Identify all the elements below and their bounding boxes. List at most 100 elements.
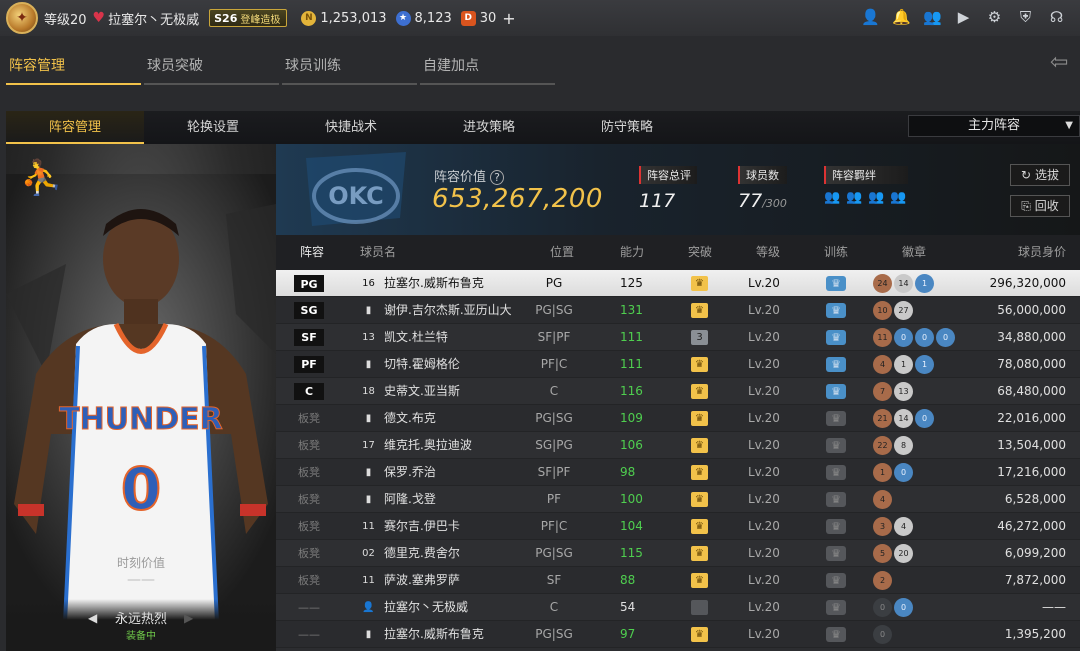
select-button[interactable]: ↻ 选拔 (1010, 164, 1070, 186)
subtab-defense-strategy[interactable]: 防守策略 (558, 111, 696, 144)
training-crown-icon[interactable]: ♛ (826, 276, 846, 291)
badge-group[interactable]: 10 (873, 463, 913, 482)
training-crown-icon[interactable]: ♛ (826, 330, 846, 345)
badge-group[interactable]: 00 (873, 598, 913, 617)
top-status-bar: ✦ 等级20 ♥ 拉塞尔丶无极威 S26 登峰造极 N 1,253,013 ★ … (0, 0, 1080, 36)
subtab-lineup[interactable]: 阵容管理 (6, 111, 144, 144)
player-value: 17,216,000 (997, 465, 1066, 479)
player-level: Lv.20 (748, 330, 780, 344)
table-row[interactable]: 板凳 ▮ 阿隆.戈登 PF 100 ♛ Lv.20 ♛ 4 6,528,000 (276, 486, 1080, 513)
notification-bell-icon[interactable]: 🔔 (892, 8, 911, 27)
video-icon[interactable]: ▶ (954, 8, 973, 27)
lineup-overall-stat: 阵容总评 117 (639, 166, 697, 212)
card-name: 永远热烈 (114, 612, 167, 627)
training-crown-icon[interactable]: ♛ (826, 465, 846, 480)
user-avatar[interactable]: ✦ (6, 2, 38, 34)
shield-icon[interactable]: ⛨ (1016, 8, 1035, 27)
profile-icon[interactable]: 👤 (861, 8, 880, 27)
training-crown-icon[interactable]: ♛ (826, 519, 846, 534)
table-row[interactable]: —— 👤 拉塞尔丶无极威 C 54 Lv.20 ♛ 00 —— (276, 594, 1080, 621)
player-count-value: 77/300 (738, 190, 787, 212)
badge-group[interactable]: 34 (873, 517, 913, 536)
training-crown-icon[interactable]: ♛ (826, 600, 846, 615)
season-badge[interactable]: S26 登峰造极 (209, 9, 288, 27)
table-row[interactable]: 板凳 17 维克托.奥拉迪波 SG|PG 106 ♛ Lv.20 ♛ 22 8 1… (276, 432, 1080, 459)
badge-count: 4 (873, 355, 892, 374)
badge-group[interactable]: 4 (873, 490, 892, 509)
table-row[interactable]: 板凳 ▮ 德文.布克 PG|SG 109 ♛ Lv.20 ♛ 21 14 0 22,… (276, 405, 1080, 432)
table-row[interactable]: 板凳 11 赛尔吉.伊巴卡 PF|C 104 ♛ Lv.20 ♛ 34 46,2… (276, 513, 1080, 540)
col-level[interactable]: 等级 (756, 235, 780, 270)
badge-group[interactable]: 5 20 (873, 544, 913, 563)
chemistry-icons[interactable]: 👥 👥 👥 👥 (824, 190, 908, 206)
star-amount: 8,123 (414, 10, 452, 26)
badge-count: 2 (873, 571, 892, 590)
badge-group[interactable]: 11 0 0 0 (873, 328, 955, 347)
top-icon-group: 👤 🔔 👥 ▶ ⚙ ⛨ ☊ (861, 8, 1066, 27)
subtab-quick-tactics[interactable]: 快捷战术 (282, 111, 420, 144)
col-breakthrough[interactable]: 突破 (688, 235, 712, 270)
caret-down-icon: ▼ (1065, 120, 1073, 131)
badge-group[interactable]: 22 8 (873, 436, 913, 455)
friends-icon[interactable]: 👥 (923, 8, 942, 27)
badge-group[interactable]: 0 (873, 625, 892, 644)
badge-count: 27 (894, 301, 913, 320)
col-position[interactable]: 位置 (550, 235, 574, 270)
tab-player-breakthrough[interactable]: 球员突破 (144, 46, 279, 85)
ticket-currency[interactable]: D 30 + (460, 9, 516, 28)
table-row[interactable]: PG 16 拉塞尔.威斯布鲁克 PG 125 ♛ Lv.20 ♛ 24 14 1 2… (276, 270, 1080, 297)
col-rating[interactable]: 能力 (620, 235, 644, 270)
tab-custom-points[interactable]: 自建加点 (420, 46, 555, 85)
subtab-offense-strategy[interactable]: 进攻策略 (420, 111, 558, 144)
player-value: 1,395,200 (1004, 627, 1066, 641)
badge-count: 7 (873, 382, 892, 401)
player-moment-card[interactable]: THUNDER 0 ⛹ 时刻价值 —— ◀ 永远热烈 装备中 ▶ (6, 144, 276, 651)
breakthrough-locked-icon (691, 600, 708, 615)
headset-support-icon[interactable]: ☊ (1047, 8, 1066, 27)
badge-group[interactable]: 21 14 0 (873, 409, 934, 428)
badge-group[interactable]: 2 (873, 571, 892, 590)
badge-group[interactable]: 24 14 1 (873, 274, 934, 293)
gold-currency[interactable]: N 1,253,013 (301, 10, 387, 26)
table-row[interactable]: C 18 史蒂文.亚当斯 C 116 ♛ Lv.20 ♛ 7 13 68,480,… (276, 378, 1080, 405)
col-slot[interactable]: 阵容 (300, 235, 324, 270)
back-arrow-icon[interactable]: ⇦ (1050, 50, 1080, 80)
col-name[interactable]: 球员名 (360, 235, 396, 270)
table-row[interactable]: —— ▮ 拉塞尔.威斯布鲁克 PG|SG 97 ♛ Lv.20 ♛ 0 1,39… (276, 621, 1080, 648)
settings-gear-icon[interactable]: ⚙ (985, 8, 1004, 27)
col-training[interactable]: 训练 (824, 235, 848, 270)
tab-player-training[interactable]: 球员训练 (282, 46, 417, 85)
badge-group[interactable]: 411 (873, 355, 934, 374)
player-level: Lv.20 (748, 492, 780, 506)
next-card-arrow-icon[interactable]: ▶ (184, 611, 193, 625)
col-value[interactable]: 球员身价 (1018, 235, 1066, 270)
training-crown-icon[interactable]: ♛ (826, 303, 846, 318)
player-level: Lv.20 (748, 411, 780, 425)
training-crown-icon[interactable]: ♛ (826, 384, 846, 399)
table-row[interactable]: 板凳 ▮ 保罗.乔治 SF|PF 98 ♛ Lv.20 ♛ 10 17,216,… (276, 459, 1080, 486)
table-row[interactable]: 板凳 02 德里克.费舍尔 PG|SG 115 ♛ Lv.20 ♛ 5 20 6,… (276, 540, 1080, 567)
training-crown-icon[interactable]: ♛ (826, 546, 846, 561)
training-crown-icon[interactable]: ♛ (826, 627, 846, 642)
training-crown-icon[interactable]: ♛ (826, 438, 846, 453)
subtab-rotation[interactable]: 轮换设置 (144, 111, 282, 144)
badge-group[interactable]: 10 27 (873, 301, 913, 320)
star-currency[interactable]: ★ 8,123 (395, 10, 452, 26)
training-crown-icon[interactable]: ♛ (826, 492, 846, 507)
lineup-dropdown[interactable]: 主力阵容 ▼ (908, 115, 1080, 137)
table-row[interactable]: SF 13 凯文.杜兰特 SF|PF 111 3 Lv.20 ♛ 11 0 0 0 3… (276, 324, 1080, 351)
player-rating: 111 (620, 330, 643, 344)
add-currency-button[interactable]: + (502, 9, 515, 28)
help-icon[interactable]: ? (490, 170, 504, 185)
badge-group[interactable]: 7 13 (873, 382, 913, 401)
training-crown-icon[interactable]: ♛ (826, 411, 846, 426)
table-row[interactable]: PF ▮ 切特.霍姆格伦 PF|C 111 ♛ Lv.20 ♛ 411 78,0… (276, 351, 1080, 378)
table-row[interactable]: 板凳 11 萨波.塞弗罗萨 SF 88 ♛ Lv.20 ♛ 2 7,872,00… (276, 567, 1080, 594)
training-crown-icon[interactable]: ♛ (826, 357, 846, 372)
table-row[interactable]: SG ▮ 谢伊.吉尔杰斯.亚历山大 PG|SG 131 ♛ Lv.20 ♛ 10… (276, 297, 1080, 324)
col-badges[interactable]: 徽章 (902, 235, 926, 270)
training-crown-icon[interactable]: ♛ (826, 573, 846, 588)
badge-count: 11 (873, 328, 892, 347)
recycle-button[interactable]: ⎘ 回收 (1010, 195, 1070, 217)
tab-lineup-management[interactable]: 阵容管理 (6, 46, 141, 85)
